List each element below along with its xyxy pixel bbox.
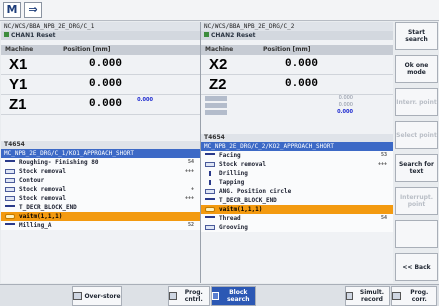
channel-status: CHAN2 Reset bbox=[201, 31, 393, 40]
block-search-icon bbox=[212, 292, 220, 300]
block-item[interactable]: Thread 54 bbox=[201, 214, 393, 223]
line-icon bbox=[5, 205, 15, 210]
axis-header: Machine Position [mm] bbox=[201, 45, 393, 55]
stock-icon bbox=[5, 169, 15, 174]
drill-icon bbox=[209, 171, 213, 176]
channel-status: CHAN1 Reset bbox=[1, 31, 200, 40]
tap-icon bbox=[209, 180, 213, 185]
wait-icon bbox=[205, 207, 215, 212]
ok-one-mode-softkey[interactable]: Ok one mode bbox=[395, 55, 438, 83]
block-item[interactable]: ANG. Position circle bbox=[201, 187, 393, 196]
stock-icon bbox=[5, 196, 15, 201]
interr-point-softkey[interactable]: Interr. point bbox=[395, 88, 438, 116]
top-bar: M ⇒ bbox=[0, 0, 439, 21]
block-item[interactable]: Grooving bbox=[201, 223, 393, 232]
wait-icon bbox=[5, 214, 15, 219]
block-list: Facing 53 Stock removal +++ Drilling Tappi… bbox=[201, 151, 393, 232]
program-path: NC/WCS/BBA_NPB_2E_DRG/C_1 bbox=[1, 22, 200, 31]
block-item[interactable]: Stock removal + bbox=[1, 185, 200, 194]
overstore-icon bbox=[73, 292, 83, 300]
overstore-softkey[interactable]: Over-store bbox=[72, 286, 122, 306]
block-item[interactable]: Tapping bbox=[201, 178, 393, 187]
prog-corr-softkey[interactable]: Prog. corr. bbox=[391, 286, 437, 306]
tool-label: T4654 bbox=[1, 141, 200, 149]
search-for-text-softkey[interactable]: Search for text bbox=[395, 154, 438, 182]
program-name-bar: MC_NPB_2E_DRG/C_1/KO1_APPROACH_SHORT bbox=[1, 149, 200, 158]
line-icon bbox=[205, 198, 215, 203]
prog-cntrl-softkey[interactable]: Prog. cntrl. bbox=[168, 286, 210, 306]
block-item[interactable]: Drilling bbox=[201, 169, 393, 178]
block-list: Roughing- Finishing 80 54 Stock removal ++… bbox=[1, 158, 200, 230]
axis-row-x2[interactable]: X2 0.000 bbox=[201, 55, 393, 75]
block-item[interactable]: Stock removal +++ bbox=[1, 194, 200, 203]
select-point-softkey[interactable]: Select point bbox=[395, 121, 438, 149]
minor-axis-row: 0.000 bbox=[201, 109, 393, 116]
back-softkey[interactable]: << Back bbox=[395, 253, 438, 281]
simult-record-softkey[interactable]: Simult. record bbox=[345, 286, 390, 306]
axis-row-z1[interactable]: Z1 0.000 0.000 bbox=[1, 95, 200, 115]
thread-icon bbox=[205, 216, 215, 221]
empty-softkey[interactable] bbox=[395, 220, 438, 248]
minor-axis-row: 0.000 bbox=[201, 95, 393, 102]
contour-icon bbox=[5, 178, 15, 183]
groove-icon bbox=[205, 225, 215, 230]
block-item[interactable]: Stock removal +++ bbox=[201, 160, 393, 169]
block-item[interactable]: Stock removal +++ bbox=[1, 167, 200, 176]
stock-icon bbox=[5, 187, 15, 192]
prog-cntrl-icon bbox=[169, 292, 177, 300]
channel-2-panel: NC/WCS/BBA_NPB_2E_DRG/C_2 CHAN2 Reset Ma… bbox=[201, 22, 393, 283]
line-icon bbox=[5, 223, 15, 228]
block-item[interactable]: Milling_A 52 bbox=[1, 221, 200, 230]
block-item-selected[interactable]: vaitm(1,1,1) bbox=[1, 212, 200, 221]
block-item[interactable]: Facing 53 bbox=[201, 151, 393, 160]
jog-mode-icon[interactable]: ⇒ bbox=[24, 2, 42, 18]
axis-row-x1[interactable]: X1 0.000 bbox=[1, 55, 200, 75]
axis-header: Machine Position [mm] bbox=[1, 45, 200, 55]
axis-row-z2[interactable]: Z2 0.000 bbox=[201, 75, 393, 95]
block-search-softkey[interactable]: Block search bbox=[211, 286, 256, 306]
machine-mode-icon[interactable]: M bbox=[3, 2, 21, 18]
program-name-bar: MC_NPB_2E_DRG/C_2/KO2_APPROACH_SHORT bbox=[201, 142, 393, 151]
start-search-softkey[interactable]: Start search bbox=[395, 22, 438, 50]
bottom-softkey-bar: Over-store Prog. cntrl. Block search Sim… bbox=[0, 284, 439, 306]
channel-1-panel: NC/WCS/BBA_NPB_2E_DRG/C_1 CHAN1 Reset Ma… bbox=[1, 22, 200, 283]
interrupt-point-softkey[interactable]: Interrupt. point bbox=[395, 187, 438, 215]
block-item-selected[interactable]: vaitm(1,1,1) bbox=[201, 205, 393, 214]
status-icon bbox=[4, 32, 9, 37]
prog-corr-icon bbox=[392, 292, 401, 300]
block-item[interactable]: T_DECR_BLOCK_END bbox=[201, 196, 393, 205]
minor-axis-row: 0.000 bbox=[201, 102, 393, 109]
line-icon bbox=[5, 160, 15, 165]
status-icon bbox=[204, 32, 209, 37]
tool-label: T4654 bbox=[201, 134, 393, 142]
program-path: NC/WCS/BBA_NPB_2E_DRG/C_2 bbox=[201, 22, 393, 31]
block-item[interactable]: Roughing- Finishing 80 54 bbox=[1, 158, 200, 167]
block-item[interactable]: Contour bbox=[1, 176, 200, 185]
axis-row-y1[interactable]: Y1 0.000 bbox=[1, 75, 200, 95]
circle-icon bbox=[205, 189, 215, 194]
stock-icon bbox=[205, 162, 215, 167]
simult-record-icon bbox=[346, 292, 353, 300]
block-item[interactable]: T_DECR_BLOCK_END bbox=[1, 203, 200, 212]
line-icon bbox=[205, 153, 215, 158]
